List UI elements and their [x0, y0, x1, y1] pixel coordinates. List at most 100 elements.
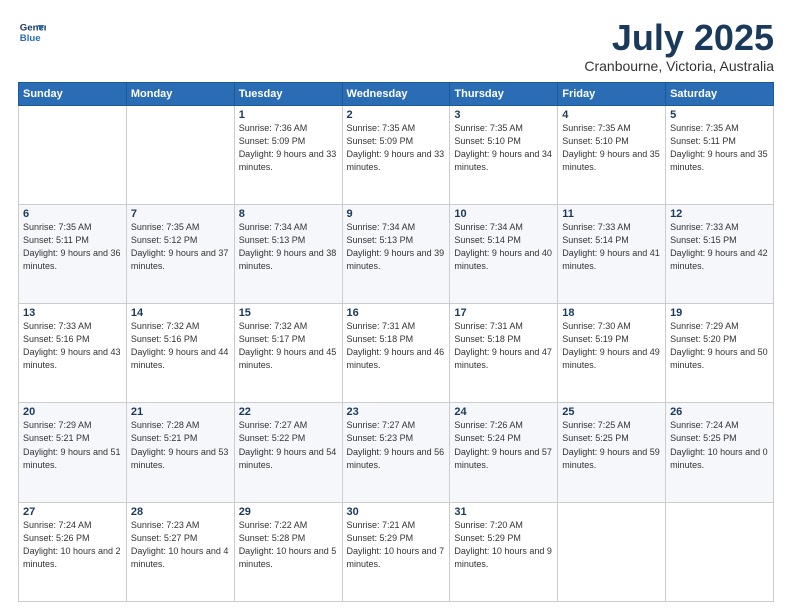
- day-cell: 11Sunrise: 7:33 AM Sunset: 5:14 PM Dayli…: [558, 204, 666, 303]
- weekday-header-saturday: Saturday: [666, 82, 774, 105]
- day-number: 12: [670, 208, 769, 220]
- weekday-header-sunday: Sunday: [19, 82, 127, 105]
- day-cell: 2Sunrise: 7:35 AM Sunset: 5:09 PM Daylig…: [342, 105, 450, 204]
- day-info: Sunrise: 7:34 AM Sunset: 5:13 PM Dayligh…: [347, 221, 446, 273]
- day-info: Sunrise: 7:21 AM Sunset: 5:29 PM Dayligh…: [347, 519, 446, 571]
- day-info: Sunrise: 7:34 AM Sunset: 5:14 PM Dayligh…: [454, 221, 553, 273]
- day-cell: 31Sunrise: 7:20 AM Sunset: 5:29 PM Dayli…: [450, 502, 558, 601]
- day-number: 30: [347, 506, 446, 518]
- day-info: Sunrise: 7:33 AM Sunset: 5:16 PM Dayligh…: [23, 320, 122, 372]
- day-info: Sunrise: 7:33 AM Sunset: 5:14 PM Dayligh…: [562, 221, 661, 273]
- day-cell: 22Sunrise: 7:27 AM Sunset: 5:22 PM Dayli…: [234, 403, 342, 502]
- day-info: Sunrise: 7:31 AM Sunset: 5:18 PM Dayligh…: [347, 320, 446, 372]
- week-row-4: 20Sunrise: 7:29 AM Sunset: 5:21 PM Dayli…: [19, 403, 774, 502]
- logo: General Blue: [18, 18, 46, 46]
- day-number: 18: [562, 307, 661, 319]
- day-info: Sunrise: 7:26 AM Sunset: 5:24 PM Dayligh…: [454, 419, 553, 471]
- day-number: 4: [562, 109, 661, 121]
- day-cell: [558, 502, 666, 601]
- svg-text:Blue: Blue: [20, 33, 41, 44]
- day-info: Sunrise: 7:31 AM Sunset: 5:18 PM Dayligh…: [454, 320, 553, 372]
- day-info: Sunrise: 7:35 AM Sunset: 5:10 PM Dayligh…: [562, 122, 661, 174]
- day-number: 15: [239, 307, 338, 319]
- day-info: Sunrise: 7:24 AM Sunset: 5:26 PM Dayligh…: [23, 519, 122, 571]
- day-number: 26: [670, 406, 769, 418]
- day-info: Sunrise: 7:34 AM Sunset: 5:13 PM Dayligh…: [239, 221, 338, 273]
- day-info: Sunrise: 7:20 AM Sunset: 5:29 PM Dayligh…: [454, 519, 553, 571]
- day-cell: 5Sunrise: 7:35 AM Sunset: 5:11 PM Daylig…: [666, 105, 774, 204]
- day-number: 8: [239, 208, 338, 220]
- day-info: Sunrise: 7:29 AM Sunset: 5:20 PM Dayligh…: [670, 320, 769, 372]
- day-cell: 1Sunrise: 7:36 AM Sunset: 5:09 PM Daylig…: [234, 105, 342, 204]
- day-cell: 16Sunrise: 7:31 AM Sunset: 5:18 PM Dayli…: [342, 304, 450, 403]
- calendar: SundayMondayTuesdayWednesdayThursdayFrid…: [18, 82, 774, 602]
- day-number: 3: [454, 109, 553, 121]
- day-cell: 6Sunrise: 7:35 AM Sunset: 5:11 PM Daylig…: [19, 204, 127, 303]
- day-info: Sunrise: 7:35 AM Sunset: 5:12 PM Dayligh…: [131, 221, 230, 273]
- day-cell: 17Sunrise: 7:31 AM Sunset: 5:18 PM Dayli…: [450, 304, 558, 403]
- day-number: 11: [562, 208, 661, 220]
- day-cell: 29Sunrise: 7:22 AM Sunset: 5:28 PM Dayli…: [234, 502, 342, 601]
- day-cell: [126, 105, 234, 204]
- month-title: July 2025: [584, 18, 774, 58]
- day-number: 29: [239, 506, 338, 518]
- day-number: 28: [131, 506, 230, 518]
- weekday-header-wednesday: Wednesday: [342, 82, 450, 105]
- day-cell: 26Sunrise: 7:24 AM Sunset: 5:25 PM Dayli…: [666, 403, 774, 502]
- day-info: Sunrise: 7:35 AM Sunset: 5:11 PM Dayligh…: [670, 122, 769, 174]
- day-number: 7: [131, 208, 230, 220]
- logo-icon: General Blue: [18, 18, 46, 46]
- weekday-header-thursday: Thursday: [450, 82, 558, 105]
- day-info: Sunrise: 7:30 AM Sunset: 5:19 PM Dayligh…: [562, 320, 661, 372]
- day-cell: 18Sunrise: 7:30 AM Sunset: 5:19 PM Dayli…: [558, 304, 666, 403]
- day-cell: 28Sunrise: 7:23 AM Sunset: 5:27 PM Dayli…: [126, 502, 234, 601]
- day-number: 24: [454, 406, 553, 418]
- day-number: 22: [239, 406, 338, 418]
- day-info: Sunrise: 7:36 AM Sunset: 5:09 PM Dayligh…: [239, 122, 338, 174]
- day-cell: 27Sunrise: 7:24 AM Sunset: 5:26 PM Dayli…: [19, 502, 127, 601]
- day-cell: 21Sunrise: 7:28 AM Sunset: 5:21 PM Dayli…: [126, 403, 234, 502]
- week-row-2: 6Sunrise: 7:35 AM Sunset: 5:11 PM Daylig…: [19, 204, 774, 303]
- weekday-header-friday: Friday: [558, 82, 666, 105]
- day-number: 13: [23, 307, 122, 319]
- day-cell: 24Sunrise: 7:26 AM Sunset: 5:24 PM Dayli…: [450, 403, 558, 502]
- weekday-header-tuesday: Tuesday: [234, 82, 342, 105]
- day-number: 10: [454, 208, 553, 220]
- day-cell: 7Sunrise: 7:35 AM Sunset: 5:12 PM Daylig…: [126, 204, 234, 303]
- day-info: Sunrise: 7:32 AM Sunset: 5:16 PM Dayligh…: [131, 320, 230, 372]
- day-number: 16: [347, 307, 446, 319]
- day-info: Sunrise: 7:33 AM Sunset: 5:15 PM Dayligh…: [670, 221, 769, 273]
- day-info: Sunrise: 7:22 AM Sunset: 5:28 PM Dayligh…: [239, 519, 338, 571]
- day-number: 19: [670, 307, 769, 319]
- day-cell: 8Sunrise: 7:34 AM Sunset: 5:13 PM Daylig…: [234, 204, 342, 303]
- day-info: Sunrise: 7:32 AM Sunset: 5:17 PM Dayligh…: [239, 320, 338, 372]
- day-info: Sunrise: 7:24 AM Sunset: 5:25 PM Dayligh…: [670, 419, 769, 471]
- week-row-1: 1Sunrise: 7:36 AM Sunset: 5:09 PM Daylig…: [19, 105, 774, 204]
- weekday-header-row: SundayMondayTuesdayWednesdayThursdayFrid…: [19, 82, 774, 105]
- day-number: 6: [23, 208, 122, 220]
- day-number: 2: [347, 109, 446, 121]
- day-number: 21: [131, 406, 230, 418]
- day-info: Sunrise: 7:23 AM Sunset: 5:27 PM Dayligh…: [131, 519, 230, 571]
- day-cell: [19, 105, 127, 204]
- day-info: Sunrise: 7:35 AM Sunset: 5:10 PM Dayligh…: [454, 122, 553, 174]
- day-cell: 10Sunrise: 7:34 AM Sunset: 5:14 PM Dayli…: [450, 204, 558, 303]
- day-number: 31: [454, 506, 553, 518]
- day-cell: 19Sunrise: 7:29 AM Sunset: 5:20 PM Dayli…: [666, 304, 774, 403]
- day-number: 9: [347, 208, 446, 220]
- day-cell: 25Sunrise: 7:25 AM Sunset: 5:25 PM Dayli…: [558, 403, 666, 502]
- day-cell: 30Sunrise: 7:21 AM Sunset: 5:29 PM Dayli…: [342, 502, 450, 601]
- title-block: July 2025 Cranbourne, Victoria, Australi…: [584, 18, 774, 74]
- day-cell: 4Sunrise: 7:35 AM Sunset: 5:10 PM Daylig…: [558, 105, 666, 204]
- day-number: 25: [562, 406, 661, 418]
- day-number: 27: [23, 506, 122, 518]
- day-info: Sunrise: 7:29 AM Sunset: 5:21 PM Dayligh…: [23, 419, 122, 471]
- day-cell: 15Sunrise: 7:32 AM Sunset: 5:17 PM Dayli…: [234, 304, 342, 403]
- day-cell: 14Sunrise: 7:32 AM Sunset: 5:16 PM Dayli…: [126, 304, 234, 403]
- week-row-5: 27Sunrise: 7:24 AM Sunset: 5:26 PM Dayli…: [19, 502, 774, 601]
- day-info: Sunrise: 7:28 AM Sunset: 5:21 PM Dayligh…: [131, 419, 230, 471]
- day-info: Sunrise: 7:27 AM Sunset: 5:22 PM Dayligh…: [239, 419, 338, 471]
- day-cell: 20Sunrise: 7:29 AM Sunset: 5:21 PM Dayli…: [19, 403, 127, 502]
- day-cell: 12Sunrise: 7:33 AM Sunset: 5:15 PM Dayli…: [666, 204, 774, 303]
- day-cell: 9Sunrise: 7:34 AM Sunset: 5:13 PM Daylig…: [342, 204, 450, 303]
